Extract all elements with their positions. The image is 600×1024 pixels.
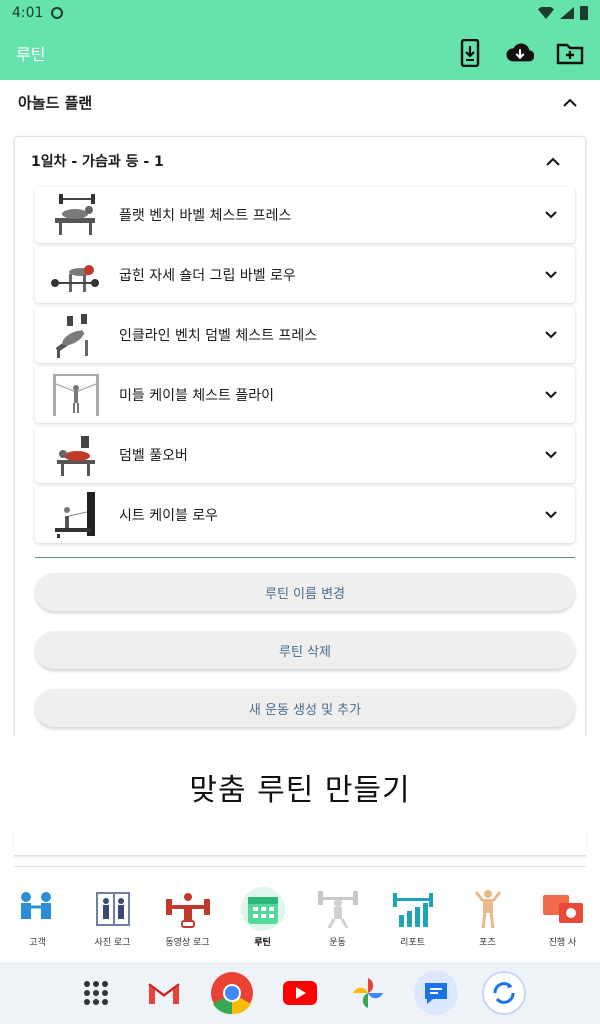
nav-label: 동영상 로그 [165,938,210,948]
pose-icon [466,887,510,931]
exercise-label: 플랫 벤치 바벨 체스트 프레스 [119,208,292,224]
nav-item-clients[interactable]: 고객 [0,884,75,956]
plan-title: 아놀드 플랜 [18,93,93,112]
add-exercise-button[interactable]: 새 운동 생성 및 추가 [35,689,575,727]
exercise-label: 인클라인 벤치 덤벨 체스트 프레스 [119,328,318,344]
progress-photo-icon [541,887,585,931]
photos-icon[interactable] [346,971,390,1015]
nav-item-pose[interactable]: 포즈 [450,884,525,956]
phone-download-icon[interactable] [456,39,484,67]
list-item[interactable]: 덤벨 풀오버 [35,427,575,483]
day-header[interactable]: 1일차 - 가슴과 등 - 1 [15,137,585,185]
app-bar-actions [456,39,584,67]
chrome-icon[interactable] [210,971,254,1015]
exercise-label: 미들 케이블 체스트 플라이 [119,388,275,404]
routine-content: 아놀드 플랜 1일차 - 가슴과 등 - 1 플랫 벤치 바벨 체스트 프레스 [0,80,600,740]
folder-add-icon[interactable] [556,39,584,67]
app-bar: 루틴 [0,26,600,80]
nav-item-progress[interactable]: 진행 사 [525,884,600,956]
youtube-icon[interactable] [278,971,322,1015]
chevron-down-icon[interactable] [541,505,561,525]
system-dock [0,962,600,1024]
list-item[interactable]: 플랫 벤치 바벨 체스트 프레스 [35,187,575,243]
report-icon [391,887,435,931]
list-item[interactable]: 인클라인 벤치 덤벨 체스트 프레스 [35,307,575,363]
signal-icon [560,7,574,19]
nav-item-photo-log[interactable]: 사진 로그 [75,884,150,956]
exercise-thumbnail [51,430,101,480]
exercise-thumbnail [51,250,101,300]
nav-label: 운동 [329,938,346,948]
nav-label: 고객 [29,938,46,948]
nav-label: 진행 사 [548,938,577,948]
chevron-down-icon[interactable] [541,385,561,405]
video-log-icon [165,887,210,931]
nav-label: 사진 로그 [94,938,131,948]
clients-icon [16,887,60,931]
nav-item-exercise[interactable]: 운동 [300,884,375,956]
exercise-label: 덤벨 풀오버 [119,448,188,464]
chevron-down-icon[interactable] [541,205,561,225]
list-item[interactable]: 미들 케이블 체스트 플라이 [35,367,575,423]
day-title: 1일차 - 가슴과 등 - 1 [31,154,164,170]
exercise-label: 굽힌 자세 숄더 그립 바벨 로우 [119,268,296,284]
chevron-down-icon[interactable] [541,265,561,285]
delete-routine-button[interactable]: 루틴 삭제 [35,631,575,669]
collapsed-day-cards [0,838,600,886]
sync-status-icon [51,7,64,19]
chevron-up-icon[interactable] [541,149,565,173]
divider [35,557,575,558]
bottom-nav: 고객 사진 로그 동영상 로그 루틴 운동 리포트 포즈 진행 사 [0,884,600,956]
chevron-down-icon[interactable] [541,325,561,345]
photo-log-icon [91,887,135,931]
gmail-icon[interactable] [142,971,186,1015]
nav-label: 루틴 [254,938,271,948]
status-bar: 4:01 [0,0,600,26]
nav-item-report[interactable]: 리포트 [375,884,450,956]
exercise-label: 시트 케이블 로우 [119,508,219,524]
routine-calendar-icon [240,887,285,931]
exercise-list: 플랫 벤치 바벨 체스트 프레스 굽힌 자세 숄더 그립 바벨 로우 인클라인 [35,187,575,547]
exercise-thumbnail [51,190,101,240]
messages-icon[interactable] [414,971,458,1015]
cloud-download-icon[interactable] [506,39,534,67]
nav-item-video-log[interactable]: 동영상 로그 [150,884,225,956]
chevron-down-icon[interactable] [541,445,561,465]
page-title: 루틴 [16,45,46,64]
list-item[interactable]: 시트 케이블 로우 [35,487,575,543]
wifi-icon [538,7,554,19]
day-card: 1일차 - 가슴과 등 - 1 플랫 벤치 바벨 체스트 프레스 굽힌 자세 숄… [14,136,586,740]
nav-label: 리포트 [400,938,425,948]
exercise-icon [316,887,360,931]
status-icons [538,6,588,20]
nav-label: 포즈 [479,938,496,948]
plan-header[interactable]: 아놀드 플랜 [0,80,600,124]
list-item[interactable]: 굽힌 자세 숄더 그립 바벨 로우 [35,247,575,303]
rename-routine-button[interactable]: 루틴 이름 변경 [35,573,575,611]
create-routine-banner: 맞춤 루틴 만들기 [0,736,600,838]
chevron-up-icon[interactable] [558,90,582,114]
exercise-thumbnail [51,310,101,360]
status-time: 4:01 [12,5,44,21]
exercise-thumbnail [51,370,101,420]
app-drawer-icon[interactable] [74,971,118,1015]
day-card-collapsed[interactable] [14,832,586,856]
exercise-thumbnail [51,490,101,540]
nav-item-routine[interactable]: 루틴 [225,884,300,956]
sync-app-icon[interactable] [482,971,526,1015]
battery-icon [580,6,588,20]
